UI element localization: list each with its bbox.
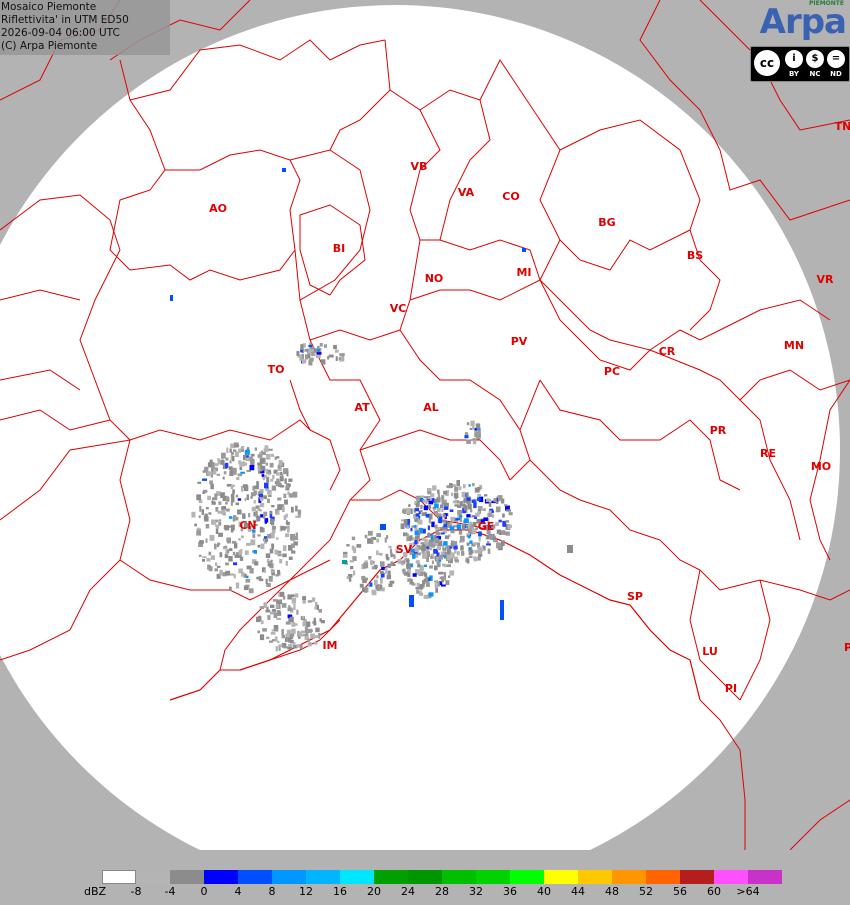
legend-labels: -8 -4 0 4 8 12 16 20 24 28 32 36 40 44 48 52 56 60 >64 [0,885,850,899]
province-label-mn: MN [784,339,804,352]
legend-swatch [408,870,442,884]
legend-label: 52 [639,885,653,898]
province-label-pi: PI [725,682,737,695]
legend-label: 44 [571,885,585,898]
legend-swatch [646,870,680,884]
province-label-mo: MO [811,460,831,473]
legend-label: 40 [537,885,551,898]
province-label-p: P [844,641,850,654]
legend-swatch [544,870,578,884]
radar-map: VB VA CO BG AO BI BS NO MI VR VC PV CR MN TO PC AT AL PR RE… [0,0,850,850]
province-label-pv: PV [511,335,528,348]
legend-swatch [748,870,782,884]
legend-label: 12 [299,885,313,898]
province-label-tn: TN [835,120,850,133]
legend-label: -8 [130,885,142,898]
legend-label: 16 [333,885,347,898]
noderivatives-icon: = [827,50,845,68]
legend-swatch [510,870,544,884]
radar-map-svg: VB VA CO BG AO BI BS NO MI VR VC PV CR MN TO PC AT AL PR RE… [0,0,850,850]
legend-label: 28 [435,885,449,898]
legend-label: 24 [401,885,415,898]
legend-swatch [578,870,612,884]
legend-swatch [204,870,238,884]
province-label-im: IM [322,639,337,652]
province-label-pc: PC [604,365,620,378]
legend-swatch [442,870,476,884]
province-label-cn: CN [239,519,256,532]
product-title: Mosaico Piemonte [1,1,97,13]
legend-label: 36 [503,885,517,898]
province-label-lu: LU [702,645,718,658]
province-label-bs: BS [687,249,703,262]
province-label-va: VA [458,186,475,199]
cc-term-nc: NC [809,70,821,78]
legend-label: -4 [164,885,176,898]
legend-color-bar [102,870,782,884]
legend-swatch [238,870,272,884]
province-label-mi: MI [516,266,531,279]
legend-swatch [340,870,374,884]
cc-term-by: BY [788,70,800,78]
province-label-co: CO [502,190,519,203]
province-label-cr: CR [659,345,676,358]
legend-swatch [374,870,408,884]
province-label-al: AL [423,401,439,414]
arpa-logo: PIEMONTE Arpa [750,0,850,46]
province-label-sv: SV [396,543,413,556]
legend-swatch [714,870,748,884]
cc-term-nd: ND [830,70,842,78]
province-label-no: NO [425,272,444,285]
legend-swatch [680,870,714,884]
province-label-vr: VR [817,273,835,286]
province-label-to: TO [268,363,285,376]
province-label-bi: BI [333,242,345,255]
province-label-vb: VB [411,160,428,173]
legend-label: 56 [673,885,687,898]
legend-swatch [306,870,340,884]
legend-label: 60 [707,885,721,898]
legend-label: 20 [367,885,381,898]
province-label-ao: AO [209,202,227,215]
province-label-vc: VC [390,302,407,315]
province-label-re: RE [760,447,776,460]
legend-label: 0 [200,885,208,898]
legend-label: >64 [736,885,760,898]
cc-logo-icon: cc [754,50,780,76]
timestamp: 2026-09-04 06:00 UTC [1,27,120,39]
info-box: Mosaico Piemonte Riflettivita' in UTM ED… [0,0,170,55]
legend-swatch [102,870,136,884]
province-label-ge: GE [478,520,495,533]
legend-swatch [170,870,204,884]
logo-name: Arpa [759,2,847,42]
cc-license-badge: cc i $ = BY NC ND [750,46,850,82]
province-label-sp: SP [627,590,643,603]
copyright: (C) Arpa Piemonte [1,40,98,52]
legend-swatch [476,870,510,884]
legend-label: 4 [234,885,242,898]
legend-label: 8 [268,885,276,898]
province-label-at: AT [354,401,370,414]
legend-label: 32 [469,885,483,898]
province-label-pr: PR [710,424,727,437]
legend-label: 48 [605,885,619,898]
legend-swatch [612,870,646,884]
province-label-bg: BG [598,216,615,229]
noncommercial-icon: $ [806,50,824,68]
legend-swatch [136,870,170,884]
attribution-icon: i [785,50,803,68]
color-legend: dBZ -8 -4 0 4 8 12 16 20 24 28 32 36 40 44 48 52 56 60 >64 [0,850,850,905]
legend-swatch [272,870,306,884]
product-subtitle: Riflettivita' in UTM ED50 [1,14,129,26]
